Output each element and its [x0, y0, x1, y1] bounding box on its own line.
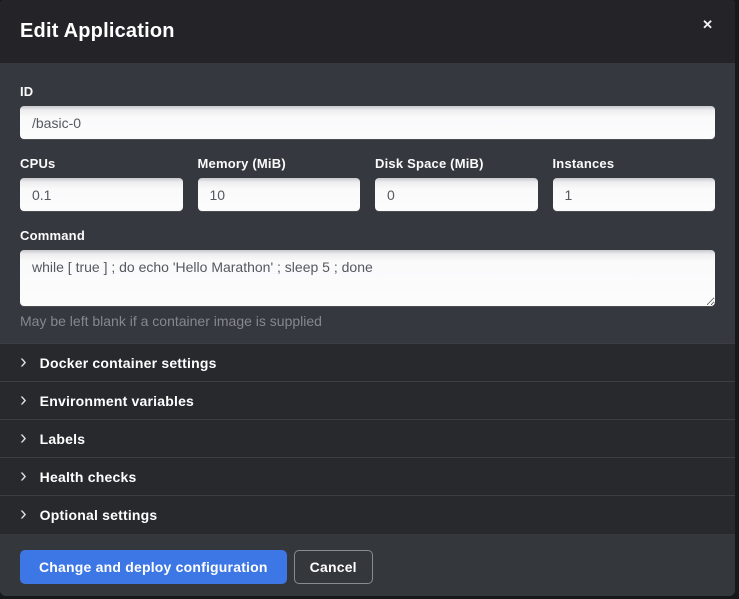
edit-application-modal: Edit Application ✕ ID CPUs Memory (MiB) … [0, 0, 735, 596]
command-field-group: Command while [ true ] ; do echo 'Hello … [20, 228, 715, 329]
command-label: Command [20, 228, 715, 243]
cpus-field-group: CPUs [20, 156, 183, 211]
memory-input[interactable] [198, 178, 361, 211]
cpus-label: CPUs [20, 156, 183, 171]
section-label: Docker container settings [40, 355, 217, 371]
section-label: Labels [40, 431, 86, 447]
id-label: ID [20, 84, 715, 99]
command-help-text: May be left blank if a container image i… [20, 313, 715, 329]
application-form: ID CPUs Memory (MiB) Disk Space (MiB) In… [0, 63, 735, 343]
section-label: Optional settings [40, 507, 158, 523]
cancel-button[interactable]: Cancel [294, 550, 373, 584]
instances-label: Instances [553, 156, 716, 171]
change-and-deploy-button[interactable]: Change and deploy configuration [20, 550, 287, 584]
close-button[interactable]: ✕ [700, 14, 715, 35]
cpus-input[interactable] [20, 178, 183, 211]
resource-field-row: CPUs Memory (MiB) Disk Space (MiB) Insta… [20, 156, 715, 211]
instances-input[interactable] [553, 178, 716, 211]
modal-header: Edit Application ✕ [0, 0, 735, 63]
section-labels[interactable]: › Labels [0, 420, 735, 458]
section-label: Health checks [40, 469, 137, 485]
section-health-checks[interactable]: › Health checks [0, 458, 735, 496]
disk-space-label: Disk Space (MiB) [375, 156, 538, 171]
section-docker-container-settings[interactable]: › Docker container settings [0, 344, 735, 382]
close-icon: ✕ [702, 17, 713, 32]
command-textarea[interactable]: while [ true ] ; do echo 'Hello Marathon… [20, 250, 715, 306]
section-label: Environment variables [40, 393, 194, 409]
collapsible-sections: › Docker container settings › Environmen… [0, 343, 735, 534]
section-optional-settings[interactable]: › Optional settings [0, 496, 735, 534]
memory-field-group: Memory (MiB) [198, 156, 361, 211]
instances-field-group: Instances [553, 156, 716, 211]
modal-footer: Change and deploy configuration Cancel [0, 534, 735, 596]
disk-space-field-group: Disk Space (MiB) [375, 156, 538, 211]
disk-space-input[interactable] [375, 178, 538, 211]
id-input[interactable] [20, 106, 715, 139]
modal-title: Edit Application [20, 20, 175, 43]
memory-label: Memory (MiB) [198, 156, 361, 171]
id-field-group: ID [20, 84, 715, 139]
section-environment-variables[interactable]: › Environment variables [0, 382, 735, 420]
